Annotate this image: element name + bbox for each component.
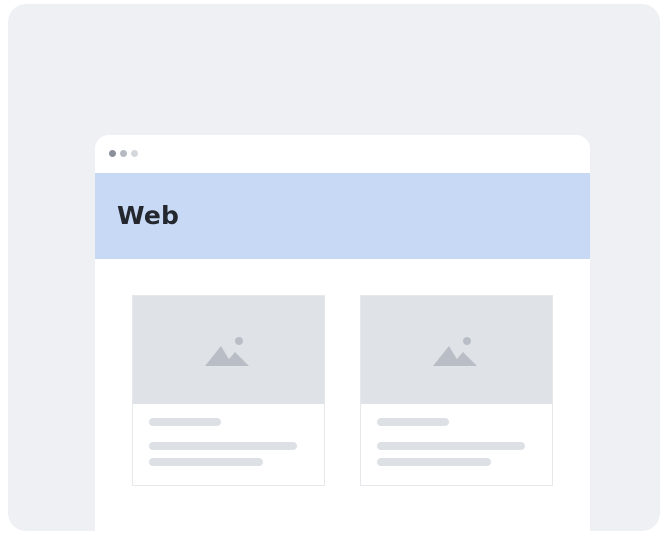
window-controls — [109, 150, 138, 157]
skeleton-text-line — [377, 418, 449, 426]
skeleton-text-line — [149, 418, 221, 426]
illustration-panel: Web — [8, 4, 660, 531]
content-card — [132, 295, 325, 486]
skeleton-text-line — [149, 442, 297, 450]
browser-window: Web — [95, 135, 590, 531]
card-image-placeholder — [361, 296, 552, 404]
window-dot-icon — [131, 150, 138, 157]
page-title: Web — [117, 201, 180, 230]
content-card — [360, 295, 553, 486]
window-dot-icon — [120, 150, 127, 157]
skeleton-text-line — [377, 442, 525, 450]
image-placeholder-icon — [433, 337, 477, 366]
skeleton-text-line — [377, 458, 491, 466]
window-dot-icon — [109, 150, 116, 157]
card-image-placeholder — [133, 296, 324, 404]
page-banner: Web — [95, 173, 590, 259]
browser-titlebar — [95, 135, 590, 173]
skeleton-text-line — [149, 458, 263, 466]
image-placeholder-icon — [205, 337, 249, 366]
